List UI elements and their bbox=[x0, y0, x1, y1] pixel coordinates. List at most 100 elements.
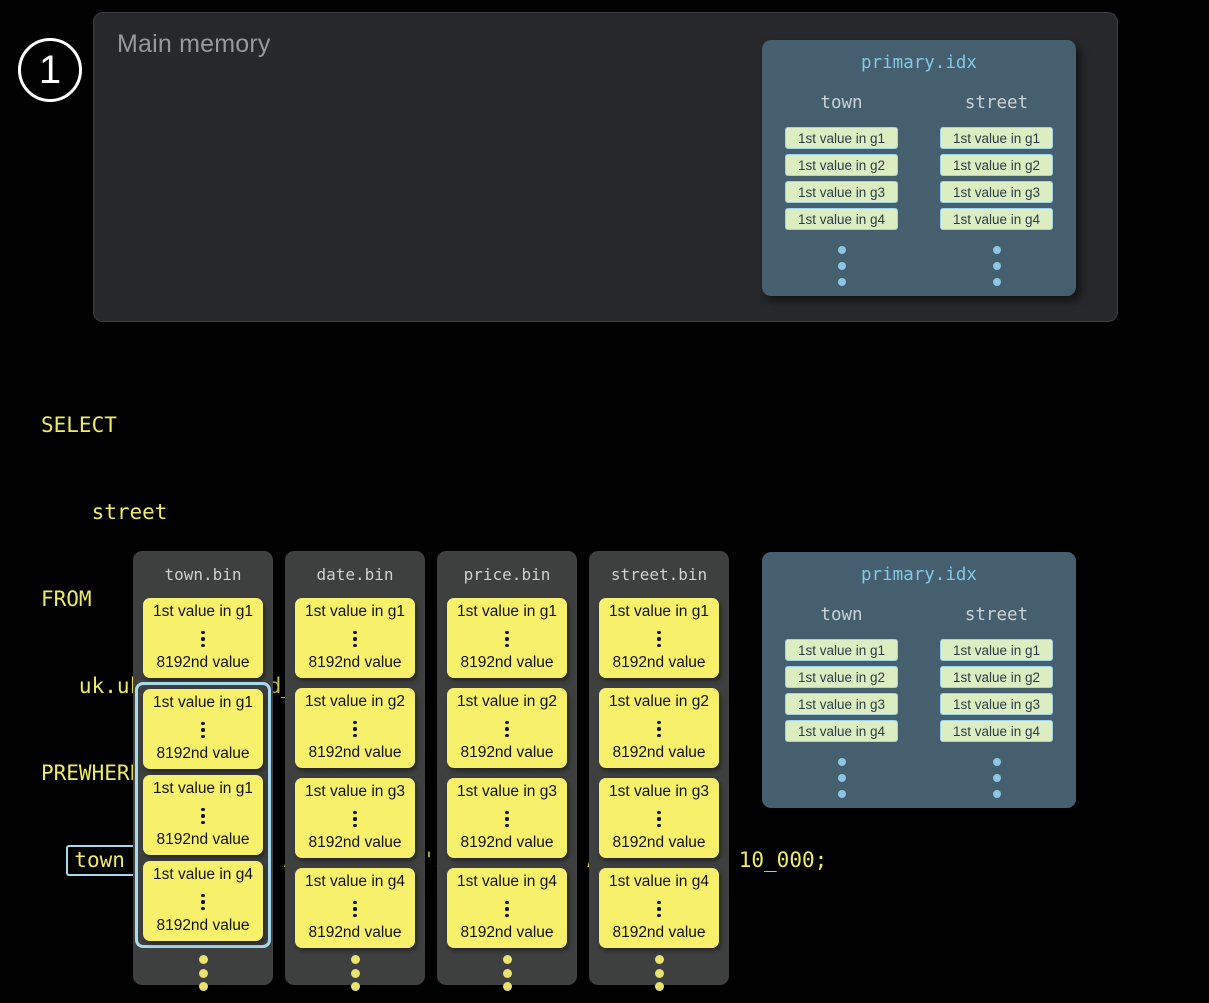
index-entry: 1st value in g2 bbox=[940, 154, 1053, 176]
index-entry: 1st value in g4 bbox=[940, 720, 1053, 742]
bin-header-town: town.bin bbox=[133, 551, 273, 598]
bin-header-street: street.bin bbox=[589, 551, 729, 598]
step-1-label: 1 bbox=[39, 50, 61, 90]
granule-block: 1st value in g4 8192nd value bbox=[143, 861, 263, 941]
granule-block: 1st value in g1 8192nd value bbox=[143, 598, 263, 678]
index-column-street: street 1st value in g1 1st value in g2 1… bbox=[940, 605, 1053, 798]
index-column-header-town: town bbox=[820, 605, 862, 625]
index-column-street: street 1st value in g1 1st value in g2 1… bbox=[940, 93, 1053, 286]
granule-last-value: 8192nd value bbox=[612, 834, 705, 852]
index-column-header-street: street bbox=[965, 93, 1028, 113]
index-entry: 1st value in g4 bbox=[785, 208, 898, 230]
bin-header-date: date.bin bbox=[285, 551, 425, 598]
ellipsis-dots-icon bbox=[505, 898, 508, 918]
step-1-badge: 1 bbox=[18, 38, 82, 102]
primary-index-columns: town 1st value in g1 1st value in g2 1st… bbox=[762, 93, 1076, 286]
ellipsis-dots-icon bbox=[657, 898, 660, 918]
granule-block: 1st value in g2 8192nd value bbox=[295, 688, 415, 768]
granule-block: 1st value in g3 8192nd value bbox=[295, 778, 415, 858]
primary-index-columns: town 1st value in g1 1st value in g2 1st… bbox=[762, 605, 1076, 798]
ellipsis-dots-icon bbox=[353, 628, 356, 648]
index-entry: 1st value in g2 bbox=[940, 666, 1053, 688]
granule-block: 1st value in g1 8192nd value bbox=[143, 689, 263, 769]
granule-first-value: 1st value in g1 bbox=[305, 603, 405, 621]
granule-last-value: 8192nd value bbox=[460, 834, 553, 852]
granule-first-value: 1st value in g1 bbox=[153, 603, 253, 621]
primary-index-card-top: primary.idx town 1st value in g1 1st val… bbox=[762, 40, 1076, 296]
index-column-town: town 1st value in g1 1st value in g2 1st… bbox=[785, 93, 898, 286]
granule-first-value: 1st value in g1 bbox=[457, 603, 557, 621]
granule-block: 1st value in g2 8192nd value bbox=[447, 688, 567, 768]
granule-first-value: 1st value in g2 bbox=[609, 693, 709, 711]
ellipsis-dots-icon bbox=[993, 246, 1001, 286]
granule-last-value: 8192nd value bbox=[460, 924, 553, 942]
ellipsis-dots-icon bbox=[657, 808, 660, 828]
ellipsis-dots-icon bbox=[505, 628, 508, 648]
index-entry: 1st value in g1 bbox=[785, 639, 898, 661]
bin-header-price: price.bin bbox=[437, 551, 577, 598]
granule-last-value: 8192nd value bbox=[612, 744, 705, 762]
granule-block: 1st value in g2 8192nd value bbox=[599, 688, 719, 768]
ellipsis-dots-icon bbox=[133, 955, 273, 991]
granule-stack: 1st value in g1 8192nd value 1st value i… bbox=[589, 598, 729, 948]
granule-block: 1st value in g3 8192nd value bbox=[599, 778, 719, 858]
index-entry: 1st value in g1 bbox=[940, 127, 1053, 149]
index-entry: 1st value in g3 bbox=[940, 181, 1053, 203]
granule-block: 1st value in g1 8192nd value bbox=[599, 598, 719, 678]
index-entry: 1st value in g2 bbox=[785, 666, 898, 688]
granule-block: 1st value in g3 8192nd value bbox=[447, 778, 567, 858]
granule-first-value: 1st value in g2 bbox=[305, 693, 405, 711]
granule-last-value: 8192nd value bbox=[156, 654, 249, 672]
granule-last-value: 8192nd value bbox=[308, 654, 401, 672]
index-entry: 1st value in g3 bbox=[785, 181, 898, 203]
granule-block: 1st value in g1 8192nd value bbox=[143, 775, 263, 855]
primary-index-title: primary.idx bbox=[762, 552, 1076, 585]
ellipsis-dots-icon bbox=[437, 955, 577, 991]
granule-block: 1st value in g1 8192nd value bbox=[447, 598, 567, 678]
granule-last-value: 8192nd value bbox=[460, 654, 553, 672]
ellipsis-dots-icon bbox=[353, 808, 356, 828]
bin-column-town: town.bin 1st value in g1 8192nd value 1s… bbox=[133, 551, 273, 985]
index-entry: 1st value in g2 bbox=[785, 154, 898, 176]
index-entry: 1st value in g4 bbox=[940, 208, 1053, 230]
granule-first-value: 1st value in g4 bbox=[457, 873, 557, 891]
main-memory-panel: Main memory primary.idx town 1st value i… bbox=[93, 12, 1118, 322]
ellipsis-dots-icon bbox=[838, 246, 846, 286]
index-column-header-street: street bbox=[965, 605, 1028, 625]
bin-column-price: price.bin 1st value in g1 8192nd value 1… bbox=[437, 551, 577, 985]
granule-first-value: 1st value in g1 bbox=[153, 780, 253, 798]
sql-line: street bbox=[41, 498, 827, 527]
ellipsis-dots-icon bbox=[353, 718, 356, 738]
ellipsis-dots-icon bbox=[993, 758, 1001, 798]
granule-first-value: 1st value in g4 bbox=[153, 866, 253, 884]
index-column-header-town: town bbox=[820, 93, 862, 113]
index-entry: 1st value in g4 bbox=[785, 720, 898, 742]
index-entry: 1st value in g1 bbox=[940, 639, 1053, 661]
selected-granules-border: 1st value in g1 8192nd value 1st value i… bbox=[135, 682, 271, 948]
granule-first-value: 1st value in g2 bbox=[457, 693, 557, 711]
granule-last-value: 8192nd value bbox=[156, 917, 249, 935]
bin-column-date: date.bin 1st value in g1 8192nd value 1s… bbox=[285, 551, 425, 985]
granule-last-value: 8192nd value bbox=[308, 744, 401, 762]
ellipsis-dots-icon bbox=[201, 891, 204, 911]
ellipsis-dots-icon bbox=[201, 805, 204, 825]
diagram-canvas: 1 Main memory primary.idx town 1st value… bbox=[0, 0, 1209, 1003]
granule-last-value: 8192nd value bbox=[156, 745, 249, 763]
granule-block: 1st value in g4 8192nd value bbox=[295, 868, 415, 948]
ellipsis-dots-icon bbox=[353, 898, 356, 918]
sql-line: SELECT bbox=[41, 411, 827, 440]
index-entry: 1st value in g1 bbox=[785, 127, 898, 149]
bin-column-street: street.bin 1st value in g1 8192nd value … bbox=[589, 551, 729, 985]
granule-block: 1st value in g4 8192nd value bbox=[447, 868, 567, 948]
granule-first-value: 1st value in g1 bbox=[609, 603, 709, 621]
index-entry: 1st value in g3 bbox=[940, 693, 1053, 715]
ellipsis-dots-icon bbox=[505, 808, 508, 828]
granule-first-value: 1st value in g1 bbox=[153, 694, 253, 712]
granule-last-value: 8192nd value bbox=[612, 654, 705, 672]
granule-block: 1st value in g4 8192nd value bbox=[599, 868, 719, 948]
granule-last-value: 8192nd value bbox=[308, 834, 401, 852]
ellipsis-dots-icon bbox=[838, 758, 846, 798]
ellipsis-dots-icon bbox=[285, 955, 425, 991]
ellipsis-dots-icon bbox=[657, 718, 660, 738]
granule-first-value: 1st value in g3 bbox=[305, 783, 405, 801]
